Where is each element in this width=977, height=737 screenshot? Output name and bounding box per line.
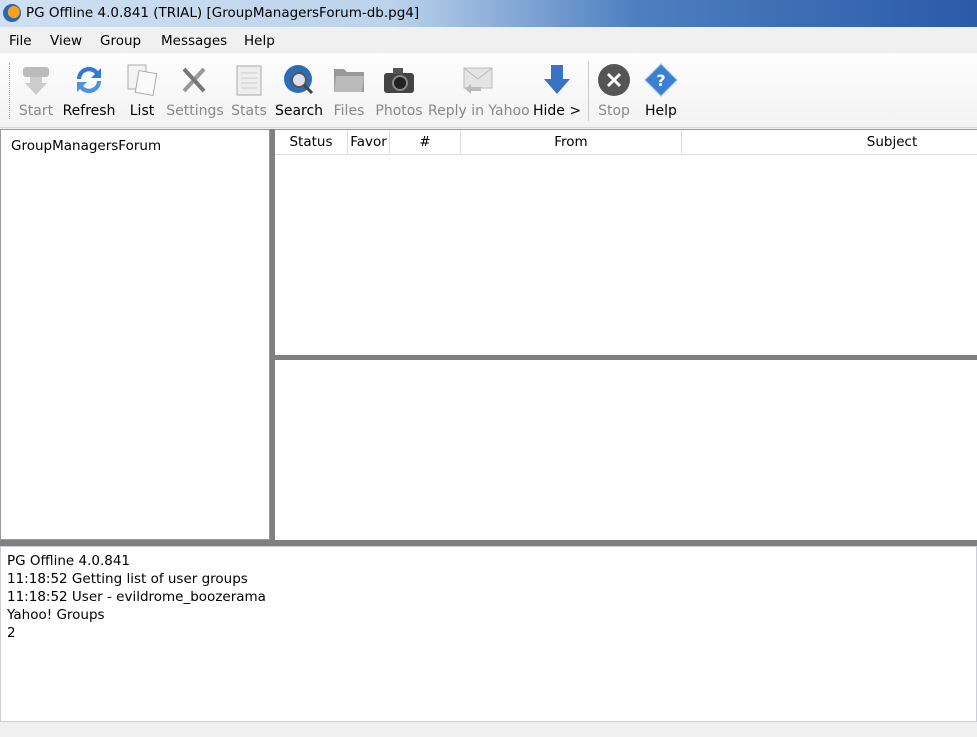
reply-icon [463,67,493,94]
photos-button[interactable]: Photos [374,53,424,128]
menu-view[interactable]: View [50,33,82,49]
group-tree[interactable]: GroupManagersForum [0,129,270,540]
message-preview[interactable] [275,360,977,540]
column-number[interactable]: # [390,130,461,155]
log-line: PG Offline 4.0.841 [7,553,131,569]
help-icon: ? [644,63,678,97]
log-line: 2 [7,625,16,641]
column-from[interactable]: From [461,130,682,155]
list-button[interactable]: List [124,53,160,128]
refresh-button[interactable]: Refresh [62,53,116,128]
toolbar-grip[interactable] [9,63,10,119]
stats-button[interactable]: Stats [230,53,268,128]
arrow-down-icon [544,65,570,94]
folder-icon [334,69,364,92]
menu-messages[interactable]: Messages [161,33,227,49]
reply-in-yahoo-button[interactable]: Reply in Yahoo [428,53,530,128]
menu-bar: File View Group Messages Help [0,27,977,53]
column-subject[interactable]: Subject [682,130,977,155]
camera-icon [384,68,414,93]
tree-item-group[interactable]: GroupManagersForum [11,138,161,154]
search-button[interactable]: Search [274,53,324,128]
settings-button[interactable]: Settings [166,53,224,128]
settings-icon [182,67,206,93]
log-line: 11:18:52 Getting list of user groups [7,571,248,587]
toolbar-separator [588,61,589,121]
start-icon [23,67,49,95]
log-line: Yahoo! Groups [7,607,105,623]
status-bar [0,722,977,737]
stop-button[interactable]: Stop [596,53,632,128]
stats-icon [236,65,262,96]
window-title: PG Offline 4.0.841 (TRIAL) [GroupManager… [26,5,420,21]
refresh-icon [76,66,102,94]
message-list[interactable]: Status Favor # From Subject [275,129,977,355]
column-favorite[interactable]: Favor [348,130,390,155]
stop-icon [598,64,630,96]
log-panel[interactable]: PG Offline 4.0.841 11:18:52 Getting list… [0,546,977,722]
log-line: 11:18:52 User - evildrome_boozerama [7,589,266,605]
menu-help[interactable]: Help [244,33,275,49]
menu-group[interactable]: Group [100,33,141,49]
title-bar: PG Offline 4.0.841 (TRIAL) [GroupManager… [0,0,977,27]
app-icon [3,4,21,22]
help-button[interactable]: ? Help [643,53,679,128]
files-button[interactable]: Files [330,53,368,128]
hide-button[interactable]: Hide > [533,53,581,128]
start-button[interactable]: Start [16,53,56,128]
list-header: Status Favor # From Subject [275,130,977,155]
list-icon [127,64,158,96]
column-status[interactable]: Status [275,130,348,155]
search-icon [284,65,314,95]
svg-text:?: ? [656,71,665,90]
toolbar: Start Refresh List Settings Stats Search… [0,53,977,128]
menu-file[interactable]: File [9,33,32,49]
